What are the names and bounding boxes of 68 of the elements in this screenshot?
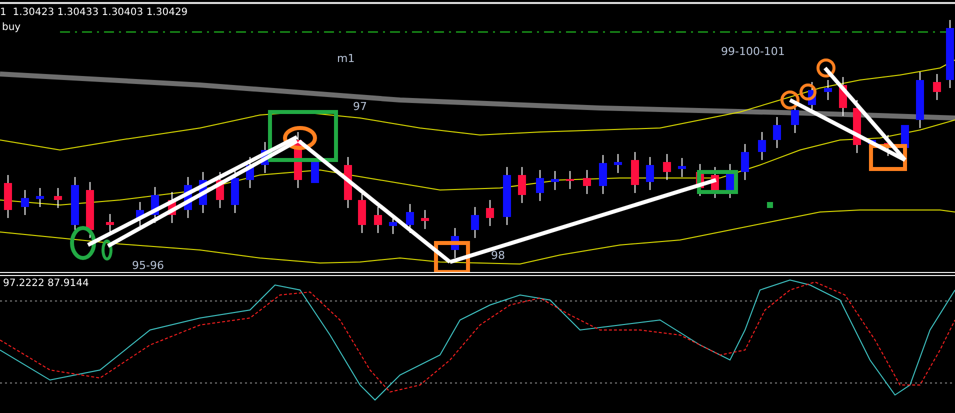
candlestick <box>839 76 847 116</box>
candlestick <box>358 192 366 234</box>
candlestick <box>916 72 924 128</box>
candlestick <box>406 204 414 234</box>
candlestick <box>344 156 352 208</box>
wave-label: 97 <box>353 100 367 113</box>
circle-marker <box>70 226 96 260</box>
candlestick <box>86 182 94 238</box>
candlestick <box>946 20 954 88</box>
candlestick <box>711 166 719 198</box>
wave-label: 99-100-101 <box>721 45 785 58</box>
candlestick <box>614 154 622 174</box>
candlestick <box>421 210 429 230</box>
indicator-readout: 97.2222 87.9144 <box>3 278 89 289</box>
candlestick <box>184 176 192 218</box>
candlestick <box>246 156 254 188</box>
candlestick <box>151 186 159 224</box>
candlestick <box>261 142 269 174</box>
candlestick <box>933 74 941 100</box>
wave-label: m1 <box>337 52 355 65</box>
candlestick <box>311 160 319 183</box>
candlestick <box>231 170 239 214</box>
candlestick <box>486 200 494 226</box>
level-label: buy <box>2 22 21 33</box>
candlestick <box>663 154 671 180</box>
candlestick <box>4 174 12 218</box>
circle-marker <box>816 58 836 78</box>
rectangle-marker <box>697 170 738 194</box>
candlestick <box>551 170 559 190</box>
candlestick <box>696 164 704 196</box>
square-marker <box>767 202 773 208</box>
candlestick <box>824 80 832 100</box>
candlestick <box>646 156 654 190</box>
candlestick <box>54 188 62 208</box>
candlestick <box>583 170 591 194</box>
candlestick <box>374 206 382 234</box>
candlestick <box>168 192 176 224</box>
candlestick <box>518 166 526 204</box>
candlestick <box>451 228 459 258</box>
candlestick <box>106 214 114 234</box>
candlestick <box>758 132 766 160</box>
rectangle-marker <box>268 110 338 162</box>
circle-marker <box>102 240 112 260</box>
wave-label: 98 <box>491 249 505 262</box>
candlestick <box>868 140 876 144</box>
candlestick <box>471 206 479 238</box>
candlestick <box>599 154 607 194</box>
circle-marker <box>800 84 816 100</box>
rectangle-marker <box>869 144 907 171</box>
candlestick <box>536 170 544 202</box>
candlestick <box>199 172 207 214</box>
candlestick <box>631 152 639 194</box>
candlestick <box>21 190 29 216</box>
candlestick <box>726 164 734 198</box>
candlestick <box>136 202 144 226</box>
candlestick <box>741 144 749 180</box>
circle-marker <box>283 126 317 150</box>
candlestick <box>853 100 861 154</box>
candlestick <box>566 170 574 190</box>
candlestick <box>678 158 686 178</box>
wave-label: 95-96 <box>132 259 164 272</box>
circle-marker <box>780 90 800 110</box>
candlestick <box>773 116 781 148</box>
price-readout: 1 1.30423 1.30433 1.30403 1.30429 <box>0 7 188 18</box>
candlestick <box>503 166 511 226</box>
candlestick <box>36 188 44 208</box>
candlestick <box>294 132 302 188</box>
candlestick <box>216 172 224 208</box>
